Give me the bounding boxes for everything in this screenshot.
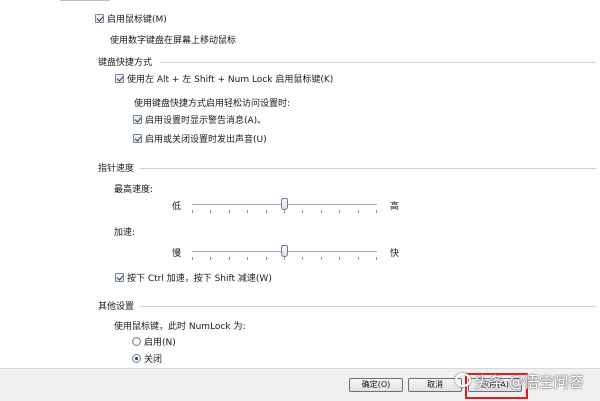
slider-tick — [302, 210, 303, 213]
top-speed-label: 最高速度: — [114, 185, 154, 195]
slider-tick — [192, 210, 193, 213]
top-speed-low-label: 低 — [172, 202, 182, 212]
mouse-keys-description: 使用数字键盘在屏幕上移动鼠标 — [110, 36, 237, 46]
ok-button[interactable]: 确定(O) — [349, 378, 403, 392]
top-speed-slider[interactable] — [192, 196, 377, 216]
numlock-off-radio[interactable] — [132, 354, 141, 363]
slider-tick — [229, 257, 230, 260]
slider-tick — [210, 210, 211, 213]
slider-tick — [376, 210, 377, 213]
play-sound-label: 启用或关闭设置时发出声音(U) — [145, 135, 267, 145]
slider-tick — [192, 257, 193, 260]
slider-tick — [339, 257, 340, 260]
top-cut-header-line — [60, 0, 110, 1]
slider-tick — [247, 257, 248, 260]
enable-mouse-keys-label: 启用鼠标键(M) — [107, 15, 167, 25]
slider-tick — [266, 257, 267, 260]
pointer-speed-divider — [140, 168, 596, 169]
keyboard-shortcut-divider — [160, 62, 596, 63]
slider-tick — [302, 257, 303, 260]
numlock-on-radio[interactable] — [132, 337, 141, 346]
show-warning-checkbox[interactable] — [133, 115, 142, 124]
watermark-text: 头条 @悟空问答 — [474, 373, 584, 391]
slider-tick — [358, 257, 359, 260]
slider-tick — [321, 257, 322, 260]
slider-tick — [284, 257, 285, 260]
enable-mouse-keys-checkbox[interactable] — [95, 14, 104, 23]
acceleration-slider[interactable] — [192, 243, 377, 263]
shortcut-sub-heading: 使用键盘快捷方式启用轻松访问设置时: — [134, 99, 291, 109]
acceleration-fast-label: 快 — [390, 249, 400, 259]
other-settings-divider — [140, 306, 596, 307]
other-settings-group-title: 其他设置 — [98, 302, 135, 312]
slider-tick — [210, 257, 211, 260]
slider-tick — [339, 210, 340, 213]
watermark-logo-icon — [455, 373, 471, 387]
numlock-prompt: 使用鼠标键，此时 NumLock 为: — [114, 322, 246, 332]
pointer-speed-group-title: 指针速度 — [98, 164, 135, 174]
play-sound-checkbox[interactable] — [133, 134, 142, 143]
slider-tick — [229, 210, 230, 213]
top-speed-slider-thumb[interactable] — [281, 198, 288, 210]
shortcut-enable-checkbox[interactable] — [115, 74, 124, 83]
numlock-on-label: 启用(N) — [144, 338, 176, 348]
slider-tick — [266, 210, 267, 213]
slider-tick — [358, 210, 359, 213]
acceleration-slow-label: 慢 — [172, 249, 182, 259]
acceleration-slider-thumb[interactable] — [281, 245, 288, 257]
acceleration-label: 加速: — [114, 228, 136, 238]
slider-tick — [321, 210, 322, 213]
keyboard-shortcut-group-title: 键盘快捷方式 — [98, 58, 153, 68]
slider-tick — [247, 210, 248, 213]
ctrl-shift-speed-checkbox[interactable] — [115, 273, 124, 282]
shortcut-enable-label: 使用左 Alt + 左 Shift + Num Lock 启用鼠标键(K) — [127, 75, 334, 85]
ctrl-shift-speed-label: 按下 Ctrl 加速，按下 Shift 减速(W) — [127, 274, 272, 284]
top-speed-high-label: 高 — [390, 202, 400, 212]
cancel-button[interactable]: 取消 — [408, 378, 462, 392]
show-warning-label: 启用设置时显示警告消息(A)。 — [145, 116, 267, 126]
slider-tick — [284, 210, 285, 213]
slider-tick — [376, 257, 377, 260]
numlock-off-label: 关闭 — [144, 355, 163, 365]
